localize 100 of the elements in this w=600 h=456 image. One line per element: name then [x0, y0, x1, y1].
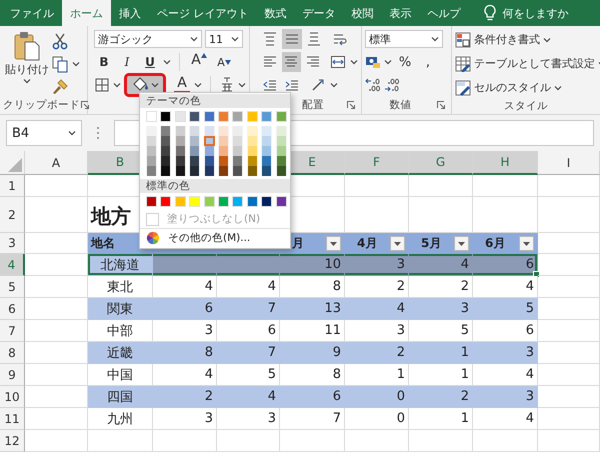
ribbon-tab[interactable]: ファイル [2, 0, 62, 26]
row-header[interactable]: 3 [0, 233, 25, 254]
ribbon-tab[interactable]: ホーム [62, 0, 111, 26]
table-cell: 6 [280, 386, 345, 408]
bottom-align-icon [306, 31, 322, 47]
caret-icon[interactable] [194, 82, 202, 88]
caret-icon [554, 84, 562, 90]
table-cell: 四国 [88, 386, 153, 408]
lightbulb-icon[interactable] [482, 4, 496, 22]
table-format-icon [455, 56, 471, 72]
decrease-font-size-button[interactable]: A [213, 52, 235, 72]
more-options-icon [96, 126, 100, 140]
section-header: テーマの色 [140, 94, 290, 108]
table-cell: 1 [409, 342, 473, 364]
row-header[interactable]: 12 [0, 430, 25, 452]
grid-cell [538, 430, 600, 452]
grid-cell [538, 175, 600, 197]
bold-button[interactable]: B [94, 52, 114, 72]
column-header[interactable]: G [409, 151, 473, 175]
row-header[interactable]: 5 [0, 276, 25, 298]
table-cell: 7 [217, 342, 280, 364]
currency-icon[interactable] [365, 54, 381, 70]
caret-icon [23, 78, 31, 84]
empty-swatch-icon [146, 212, 159, 226]
scissors-icon[interactable] [51, 32, 69, 50]
increase-font-size-button[interactable]: A [188, 52, 210, 72]
percent-button[interactable]: % [395, 52, 415, 72]
row-header[interactable]: 9 [0, 364, 25, 386]
column-header[interactable]: H [473, 151, 538, 175]
group-label: 数値 [388, 98, 412, 112]
table-cell: 2 [345, 276, 409, 298]
caret-icon[interactable] [431, 36, 439, 42]
dialog-launcher-icon[interactable] [80, 100, 90, 110]
ribbon-tab[interactable]: 表示 [382, 0, 420, 26]
caret-icon [151, 82, 159, 88]
ribbon-tab[interactable]: 数式 [256, 0, 294, 26]
caret-icon[interactable] [231, 36, 239, 42]
phonetic-guide-icon[interactable] [219, 77, 235, 93]
caret-icon[interactable] [113, 82, 121, 88]
tell-me-search[interactable]: 何をしますか [502, 6, 568, 20]
row-header[interactable]: 1 [0, 175, 25, 197]
ribbon-tab[interactable]: 校閲 [344, 0, 382, 26]
grid-cell [538, 408, 600, 430]
ribbon-tab[interactable]: ヘルプ [420, 0, 468, 26]
table-cell: 2 [153, 386, 217, 408]
table-cell: 6 [153, 298, 217, 320]
font-name-dropdown[interactable]: 游ゴシック [94, 30, 202, 48]
dialog-launcher-icon[interactable] [436, 100, 446, 110]
group-label: スタイル [503, 99, 549, 113]
ribbon-tab[interactable]: ページ レイアウト [149, 0, 256, 26]
table-cell: 4 [473, 408, 538, 430]
number-format-dropdown[interactable]: 標準 [365, 30, 443, 48]
caret-icon[interactable] [190, 36, 198, 42]
table-cell: 4 [217, 276, 280, 298]
caret-icon [543, 36, 551, 42]
copy-icon[interactable] [51, 55, 69, 73]
paste-button[interactable]: 貼り付け [3, 29, 51, 96]
comma-button[interactable]: , [418, 52, 438, 72]
caret-icon[interactable] [238, 82, 246, 88]
caret-icon[interactable] [330, 82, 338, 88]
column-header[interactable]: F [345, 151, 409, 175]
filter-button[interactable] [454, 236, 469, 251]
grid-cell [25, 197, 88, 233]
format-painter-icon[interactable] [51, 78, 69, 96]
ribbon-tab[interactable]: 挿入 [111, 0, 149, 26]
column-header[interactable]: I [538, 151, 600, 175]
grid-cell [538, 233, 600, 254]
style-menu-button[interactable]: 条件付き書式 [455, 29, 597, 50]
caret-icon[interactable] [384, 59, 392, 65]
style-menu-button[interactable]: テーブルとして書式設定 [455, 53, 597, 74]
row-header[interactable]: 4 [0, 254, 25, 276]
row-header[interactable]: 7 [0, 320, 25, 342]
table-cell: 北海道 [88, 254, 153, 276]
borders-icon[interactable] [94, 77, 110, 93]
underline-button[interactable]: U [140, 52, 160, 72]
row-header[interactable]: 10 [0, 386, 25, 408]
center-align-button[interactable] [282, 52, 302, 72]
table-cell: 九州 [88, 408, 153, 430]
dialog-launcher-icon[interactable] [346, 100, 356, 110]
name-box[interactable]: B4 [6, 120, 82, 146]
caret-icon[interactable] [350, 59, 358, 65]
ribbon-tab[interactable]: データ [294, 0, 344, 26]
row-header[interactable]: 6 [0, 298, 25, 320]
grid-cell [538, 254, 600, 276]
decrease-decimal-icon[interactable] [384, 77, 400, 93]
filter-button[interactable] [519, 236, 534, 251]
increase-decimal-icon[interactable] [365, 77, 381, 93]
row-header[interactable]: 11 [0, 408, 25, 430]
row-header[interactable]: 8 [0, 342, 25, 364]
filter-button[interactable] [326, 236, 341, 251]
italic-button[interactable]: I [117, 52, 137, 72]
caret-icon[interactable] [163, 59, 171, 65]
caret-icon[interactable] [68, 130, 76, 136]
font-size-dropdown[interactable]: 11 [205, 30, 243, 48]
style-menu-button[interactable]: セルのスタイル [455, 77, 597, 98]
middle-align-button[interactable] [282, 29, 302, 49]
more-colors-option[interactable]: その他の色(M)... [140, 230, 290, 246]
row-header[interactable]: 2 [0, 197, 25, 233]
filter-button[interactable] [390, 236, 405, 251]
caret-icon[interactable] [72, 61, 80, 67]
